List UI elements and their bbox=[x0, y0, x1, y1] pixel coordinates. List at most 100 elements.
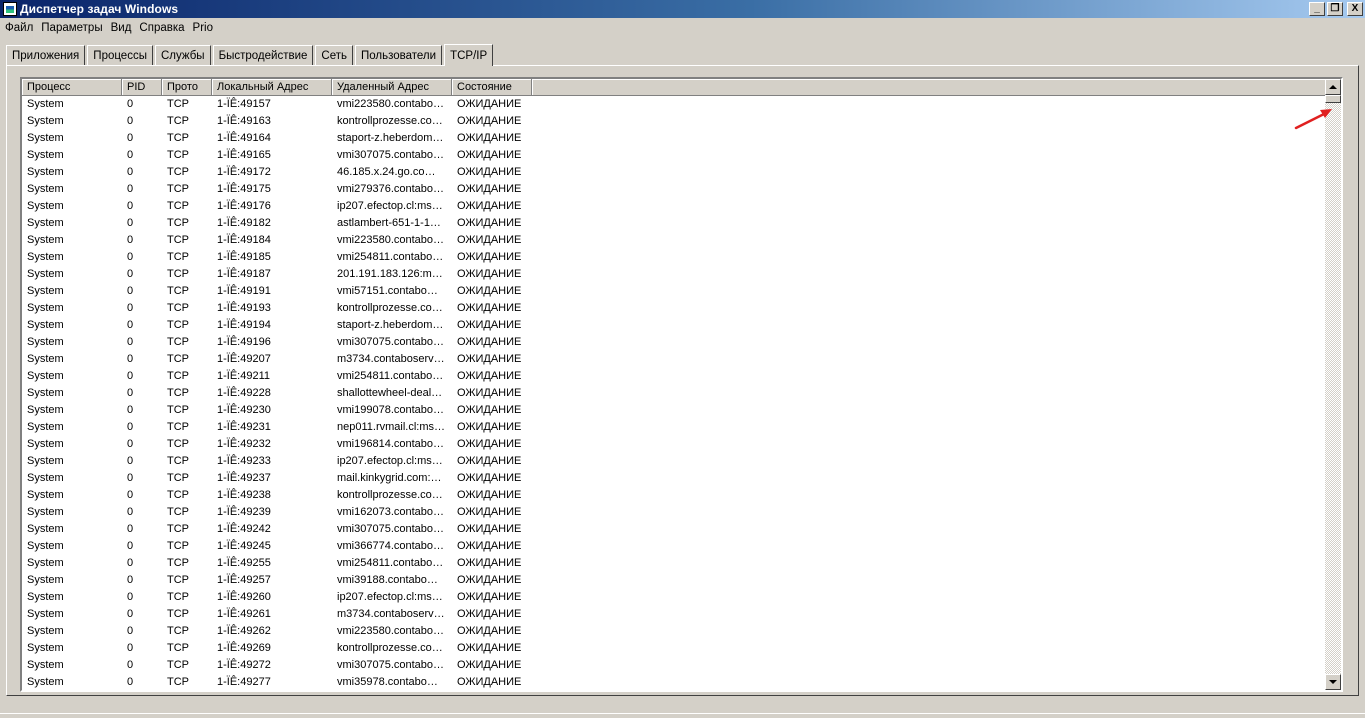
cell-local-address: 1-ÏÊ:49261 bbox=[217, 608, 271, 620]
cell-protocol: TCP bbox=[167, 370, 189, 382]
tab-applications[interactable]: Приложения bbox=[6, 45, 86, 65]
table-row[interactable]: System 0 TCP 1-ÏÊ:49193 kontrollprozesse.co…… bbox=[22, 300, 1327, 317]
table-row[interactable]: System 0 TCP 1-ÏÊ:49242 vmi307075.contabo… ОЖ… bbox=[22, 521, 1327, 538]
tab-users[interactable]: Пользователи bbox=[355, 45, 443, 65]
cell-process: System bbox=[27, 540, 64, 552]
vertical-scrollbar[interactable] bbox=[1325, 79, 1341, 690]
table-row[interactable]: System 0 TCP 1-ÏÊ:49232 vmi196814.contabo… ОЖ… bbox=[22, 436, 1327, 453]
cell-remote-address: 201.191.183.126:m… bbox=[337, 268, 443, 280]
table-row[interactable]: System 0 TCP 1-ÏÊ:49272 vmi307075.contabo… ОЖ… bbox=[22, 657, 1327, 674]
tab-network[interactable]: Сеть bbox=[315, 45, 353, 65]
menu-prio[interactable]: Prio bbox=[189, 22, 217, 34]
minimize-button[interactable]: _ bbox=[1309, 2, 1325, 16]
cell-protocol: TCP bbox=[167, 642, 189, 654]
menu-help[interactable]: Справка bbox=[135, 22, 188, 34]
cell-protocol: TCP bbox=[167, 115, 189, 127]
cell-process: System bbox=[27, 574, 64, 586]
menu-options[interactable]: Параметры bbox=[37, 22, 106, 34]
table-row[interactable]: System 0 TCP 1-ÏÊ:49211 vmi254811.contabo… ОЖ… bbox=[22, 368, 1327, 385]
cell-process: System bbox=[27, 642, 64, 654]
cell-process: System bbox=[27, 200, 64, 212]
scroll-thumb[interactable] bbox=[1325, 95, 1341, 103]
tab-processes[interactable]: Процессы bbox=[87, 45, 153, 65]
cell-state: ОЖИДАНИЕ bbox=[457, 625, 522, 637]
cell-protocol: TCP bbox=[167, 353, 189, 365]
column-header-state[interactable]: Состояние bbox=[452, 79, 532, 96]
table-row[interactable]: System 0 TCP 1-ÏÊ:49257 vmi39188.contabo… ОЖИ… bbox=[22, 572, 1327, 589]
table-row[interactable]: System 0 TCP 1-ÏÊ:49191 vmi57151.contabo… ОЖИ… bbox=[22, 283, 1327, 300]
cell-local-address: 1-ÏÊ:49184 bbox=[217, 234, 271, 246]
cell-process: System bbox=[27, 183, 64, 195]
table-row[interactable]: System 0 TCP 1-ÏÊ:49239 vmi162073.contabo… ОЖ… bbox=[22, 504, 1327, 521]
table-row[interactable]: System 0 TCP 1-ÏÊ:49238 kontrollprozesse.co…… bbox=[22, 487, 1327, 504]
cell-pid: 0 bbox=[127, 319, 134, 331]
table-row[interactable]: System 0 TCP 1-ÏÊ:49194 staport-z.heberdom… О… bbox=[22, 317, 1327, 334]
cell-process: System bbox=[27, 302, 64, 314]
column-header-local-address[interactable]: Локальный Адрес bbox=[212, 79, 332, 96]
cell-pid: 0 bbox=[127, 183, 134, 195]
restore-button[interactable]: ❐ bbox=[1327, 2, 1343, 16]
cell-protocol: TCP bbox=[167, 557, 189, 569]
table-row[interactable]: System 0 TCP 1-ÏÊ:49231 nep011.rvmail.cl:ms…… bbox=[22, 419, 1327, 436]
table-row[interactable]: System 0 TCP 1-ÏÊ:49262 vmi223580.contabo… ОЖ… bbox=[22, 623, 1327, 640]
column-header-process[interactable]: Процесс bbox=[22, 79, 122, 96]
tab-performance[interactable]: Быстродействие bbox=[212, 45, 314, 65]
cell-process: System bbox=[27, 455, 64, 467]
cell-remote-address: staport-z.heberdom… bbox=[337, 319, 444, 331]
cell-remote-address: vmi279376.contabo… bbox=[337, 183, 445, 195]
cell-pid: 0 bbox=[127, 200, 134, 212]
column-header-protocol[interactable]: Прото bbox=[162, 79, 212, 96]
table-row[interactable]: System 0 TCP 1-ÏÊ:49255 vmi254811.contabo… ОЖ… bbox=[22, 555, 1327, 572]
table-row[interactable]: System 0 TCP 1-ÏÊ:49163 kontrollprozesse.co…… bbox=[22, 113, 1327, 130]
table-row[interactable]: System 0 TCP 1-ÏÊ:49277 vmi35978.contabo… ОЖИ… bbox=[22, 674, 1327, 690]
table-row[interactable]: System 0 TCP 1-ÏÊ:49260 ip207.efectop.cl:ms…… bbox=[22, 589, 1327, 606]
cell-local-address: 1-ÏÊ:49277 bbox=[217, 676, 271, 688]
table-row[interactable]: System 0 TCP 1-ÏÊ:49165 vmi307075.contabo… ОЖ… bbox=[22, 147, 1327, 164]
tab-tcpip[interactable]: TCP/IP bbox=[444, 44, 494, 66]
cell-pid: 0 bbox=[127, 166, 134, 178]
column-header-pid[interactable]: PID bbox=[122, 79, 162, 96]
column-header-remote-address[interactable]: Удаленный Адрес bbox=[332, 79, 452, 96]
menu-view[interactable]: Вид bbox=[107, 22, 136, 34]
cell-protocol: TCP bbox=[167, 251, 189, 263]
table-row[interactable]: System 0 TCP 1-ÏÊ:49269 kontrollprozesse.co…… bbox=[22, 640, 1327, 657]
table-row[interactable]: System 0 TCP 1-ÏÊ:49176 ip207.efectop.cl:ms…… bbox=[22, 198, 1327, 215]
cell-process: System bbox=[27, 319, 64, 331]
cell-process: System bbox=[27, 132, 64, 144]
table-row[interactable]: System 0 TCP 1-ÏÊ:49228 shallottewheel-deal…… bbox=[22, 385, 1327, 402]
close-button[interactable]: X bbox=[1347, 2, 1363, 16]
cell-pid: 0 bbox=[127, 98, 134, 110]
table-row[interactable]: System 0 TCP 1-ÏÊ:49164 staport-z.heberdom… О… bbox=[22, 130, 1327, 147]
table-row[interactable]: System 0 TCP 1-ÏÊ:49172 46.185.x.24.go.co… ОЖ… bbox=[22, 164, 1327, 181]
table-row[interactable]: System 0 TCP 1-ÏÊ:49245 vmi366774.contabo… ОЖ… bbox=[22, 538, 1327, 555]
cell-state: ОЖИДАНИЕ bbox=[457, 540, 522, 552]
table-row[interactable]: System 0 TCP 1-ÏÊ:49187 201.191.183.126:m… ОЖ… bbox=[22, 266, 1327, 283]
scroll-down-button[interactable] bbox=[1325, 674, 1341, 690]
table-row[interactable]: System 0 TCP 1-ÏÊ:49261 m3734.contaboserv… ОЖ… bbox=[22, 606, 1327, 623]
table-row[interactable]: System 0 TCP 1-ÏÊ:49207 m3734.contaboserv… ОЖ… bbox=[22, 351, 1327, 368]
scroll-up-button[interactable] bbox=[1325, 79, 1341, 95]
table-row[interactable]: System 0 TCP 1-ÏÊ:49182 astlambert-651-1-1… О… bbox=[22, 215, 1327, 232]
cell-remote-address: astlambert-651-1-1… bbox=[337, 217, 441, 229]
table-row[interactable]: System 0 TCP 1-ÏÊ:49237 mail.kinkygrid.com:…… bbox=[22, 470, 1327, 487]
table-row[interactable]: System 0 TCP 1-ÏÊ:49175 vmi279376.contabo… ОЖ… bbox=[22, 181, 1327, 198]
cell-remote-address: vmi254811.contabo… bbox=[337, 557, 444, 569]
menu-file[interactable]: Файл bbox=[1, 22, 37, 34]
cell-pid: 0 bbox=[127, 642, 134, 654]
table-row[interactable]: System 0 TCP 1-ÏÊ:49233 ip207.efectop.cl:ms…… bbox=[22, 453, 1327, 470]
table-row[interactable]: System 0 TCP 1-ÏÊ:49230 vmi199078.contabo… ОЖ… bbox=[22, 402, 1327, 419]
cell-remote-address: vmi35978.contabo… bbox=[337, 676, 438, 688]
cell-state: ОЖИДАНИЕ bbox=[457, 438, 522, 450]
table-row[interactable]: System 0 TCP 1-ÏÊ:49196 vmi307075.contabo… ОЖ… bbox=[22, 334, 1327, 351]
table-row[interactable]: System 0 TCP 1-ÏÊ:49184 vmi223580.contabo… ОЖ… bbox=[22, 232, 1327, 249]
table-row[interactable]: System 0 TCP 1-ÏÊ:49157 vmi223580.contabo… ОЖ… bbox=[22, 96, 1327, 113]
cell-local-address: 1-ÏÊ:49207 bbox=[217, 353, 271, 365]
tab-services[interactable]: Службы bbox=[154, 45, 211, 65]
cell-pid: 0 bbox=[127, 404, 134, 416]
cell-process: System bbox=[27, 404, 64, 416]
connections-list[interactable]: Процесс PID Прото Локальный Адрес Удален… bbox=[20, 77, 1343, 692]
task-manager-icon[interactable] bbox=[3, 2, 17, 16]
cell-local-address: 1-ÏÊ:49239 bbox=[217, 506, 271, 518]
table-row[interactable]: System 0 TCP 1-ÏÊ:49185 vmi254811.contabo… ОЖ… bbox=[22, 249, 1327, 266]
cell-local-address: 1-ÏÊ:49175 bbox=[217, 183, 271, 195]
